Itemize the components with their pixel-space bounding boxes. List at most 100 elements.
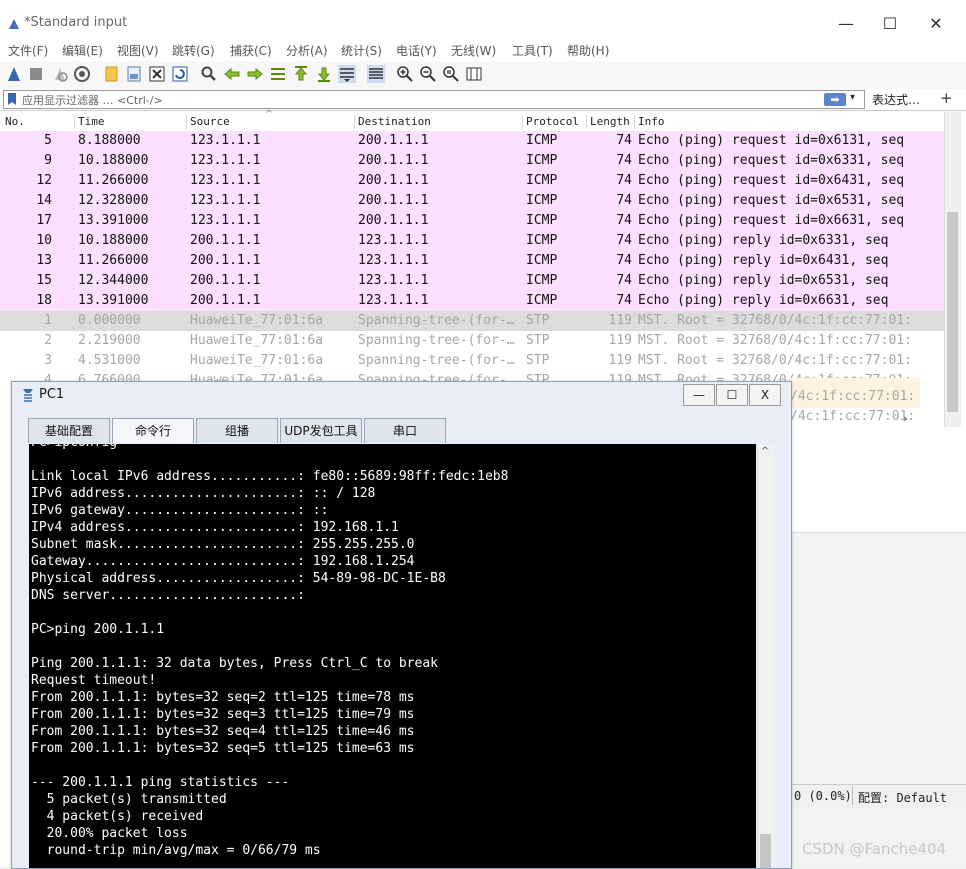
cell-proto: ICMP	[526, 153, 558, 168]
column-source[interactable]: Source	[186, 115, 230, 129]
add-filter-button[interactable]: +	[940, 89, 953, 107]
zoom-in-icon[interactable]	[396, 65, 414, 83]
pc1-minimize-button[interactable]: —	[683, 384, 715, 406]
column-info[interactable]: Info	[634, 115, 665, 129]
cell-no: 3	[44, 353, 52, 368]
displayed-count: 0 (0.0%)	[794, 789, 852, 803]
go-last-icon[interactable]	[315, 65, 333, 83]
cell-info: MST. Root = 32768/0/4c:1f:cc:77:01:	[638, 353, 912, 368]
go-forward-icon[interactable]	[246, 65, 264, 83]
close-file-icon[interactable]	[148, 65, 166, 83]
packet-row[interactable]: 13 11.266000 200.1.1.1 123.1.1.1 ICMP 74 Echo …	[0, 251, 944, 271]
stop-capture-icon[interactable]	[27, 65, 45, 83]
cell-proto: ICMP	[526, 213, 558, 228]
tab-multicast[interactable]: 组播	[196, 418, 278, 444]
cell-no: 17	[36, 213, 52, 228]
cell-time: 11.266000	[78, 253, 149, 268]
menu-go[interactable]: 跳转(G)	[172, 42, 215, 59]
cell-proto: STP	[526, 353, 550, 368]
menu-capture[interactable]: 捕获(C)	[230, 42, 272, 59]
capture-options-icon[interactable]	[73, 65, 91, 83]
column-destination[interactable]: Destination	[354, 115, 431, 129]
maximize-button[interactable]: ☐	[870, 12, 910, 36]
packet-row[interactable]: 3 4.531000 HuaweiTe_77:01:6a Spanning-tree-…	[0, 351, 944, 371]
cell-src: 123.1.1.1	[190, 153, 261, 168]
menu-edit[interactable]: 编辑(E)	[62, 42, 103, 59]
menu-wireless[interactable]: 无线(W)	[451, 42, 496, 59]
menu-telephony[interactable]: 电话(Y)	[396, 42, 437, 59]
autoscroll-icon[interactable]	[338, 65, 356, 83]
cell-dst: Spanning-tree-(for-…	[358, 353, 515, 368]
expression-button[interactable]: 表达式…	[872, 91, 920, 108]
packet-row[interactable]: 14 12.328000 123.1.1.1 200.1.1.1 ICMP 74 Echo …	[0, 191, 944, 211]
restart-capture-icon[interactable]	[51, 65, 69, 83]
terminal[interactable]: PC>ipconfig Link local IPv6 address.....…	[29, 444, 756, 868]
packet-row[interactable]: 9 10.188000 123.1.1.1 200.1.1.1 ICMP 74 Echo (…	[0, 151, 944, 171]
cell-info: Echo (ping) reply id=0x6531, seq	[638, 273, 889, 288]
menu-analyze[interactable]: 分析(A)	[286, 42, 328, 59]
cell-dst: 200.1.1.1	[358, 133, 429, 148]
find-packet-icon[interactable]	[200, 65, 218, 83]
go-back-icon[interactable]	[223, 65, 241, 83]
go-to-packet-icon[interactable]	[269, 65, 287, 83]
cell-info: MST. Root = 32768/0/4c:1f:cc:77:01:	[638, 333, 912, 348]
column-no[interactable]: No.	[2, 115, 25, 129]
cell-no: 1	[44, 313, 52, 328]
pc1-close-button[interactable]: X	[749, 384, 781, 406]
cell-src: 123.1.1.1	[190, 193, 261, 208]
menu-view[interactable]: 视图(V)	[117, 42, 159, 59]
tab-udp-tool[interactable]: UDP发包工具	[280, 418, 362, 444]
menu-file[interactable]: 文件(F)	[8, 42, 48, 59]
cell-src: 200.1.1.1	[190, 273, 261, 288]
filter-dropdown-icon[interactable]: ▾	[850, 92, 855, 103]
cell-dst: 123.1.1.1	[358, 273, 429, 288]
column-protocol[interactable]: Protocol	[522, 115, 579, 129]
scroll-right-icon[interactable]: ›	[902, 412, 909, 425]
packet-row[interactable]: 1 0.000000 HuaweiTe_77:01:6a Spanning-tree-…	[0, 311, 944, 331]
packet-row[interactable]: 15 12.344000 200.1.1.1 123.1.1.1 ICMP 74 Echo …	[0, 271, 944, 291]
close-button[interactable]: ✕	[916, 12, 956, 36]
terminal-scrollbar[interactable]: ^	[757, 444, 774, 868]
packet-list-scrollbar[interactable]	[944, 112, 961, 427]
start-capture-icon[interactable]	[5, 65, 23, 83]
column-time[interactable]: Time	[74, 115, 105, 129]
cell-proto: STP	[526, 313, 550, 328]
minimize-button[interactable]: —	[826, 12, 866, 36]
cell-time: 13.391000	[78, 213, 149, 228]
menu-tools[interactable]: 工具(T)	[512, 42, 553, 59]
resize-columns-icon[interactable]	[465, 65, 483, 83]
zoom-reset-icon[interactable]	[442, 65, 460, 83]
open-file-icon[interactable]	[103, 65, 121, 83]
column-length[interactable]: Length	[586, 115, 630, 129]
terminal-scroll-thumb[interactable]	[760, 834, 771, 868]
wireshark-fin-icon	[9, 19, 19, 29]
profile-label[interactable]: 配置: Default	[858, 789, 947, 806]
save-file-icon[interactable]	[125, 65, 143, 83]
cell-dst: 200.1.1.1	[358, 193, 429, 208]
packet-row[interactable]: 10 10.188000 200.1.1.1 123.1.1.1 ICMP 74 Echo …	[0, 231, 944, 251]
zoom-out-icon[interactable]	[419, 65, 437, 83]
pc1-maximize-button[interactable]: ☐	[716, 384, 748, 406]
colorize-icon[interactable]	[367, 65, 385, 83]
display-filter-input[interactable]: 应用显示过滤器 … <Ctrl-/> ➡ ▾	[3, 90, 865, 109]
packet-row[interactable]: 5 8.188000 123.1.1.1 200.1.1.1 ICMP 74 Echo (p…	[0, 131, 944, 151]
reload-file-icon[interactable]	[171, 65, 189, 83]
packet-row[interactable]: 12 11.266000 123.1.1.1 200.1.1.1 ICMP 74 Echo …	[0, 171, 944, 191]
scrollbar-thumb[interactable]	[947, 212, 958, 412]
cell-info: MST. Root = 32768/0/4c:1f:cc:77:01:	[638, 313, 912, 328]
menu-help[interactable]: 帮助(H)	[567, 42, 609, 59]
cell-proto: ICMP	[526, 173, 558, 188]
bookmark-icon[interactable]	[7, 92, 17, 106]
menu-statistics[interactable]: 统计(S)	[341, 42, 382, 59]
tab-command-line[interactable]: 命令行	[112, 418, 194, 444]
packet-row[interactable]: 17 13.391000 123.1.1.1 200.1.1.1 ICMP 74 Echo …	[0, 211, 944, 231]
display-filter-bar: 应用显示过滤器 … <Ctrl-/> ➡ ▾ 表达式… +	[0, 89, 966, 111]
tab-basic-config[interactable]: 基础配置	[28, 418, 110, 444]
overflow-text: /4c:1f:cc:77:01:	[790, 409, 916, 424]
scroll-up-icon[interactable]: ^	[761, 446, 769, 457]
tab-serial[interactable]: 串口	[364, 418, 446, 444]
packet-row[interactable]: 18 13.391000 200.1.1.1 123.1.1.1 ICMP 74 Echo …	[0, 291, 944, 311]
go-first-icon[interactable]	[292, 65, 310, 83]
packet-row[interactable]: 2 2.219000 HuaweiTe_77:01:6a Spanning-tree-…	[0, 331, 944, 351]
apply-filter-button[interactable]: ➡	[824, 93, 846, 106]
